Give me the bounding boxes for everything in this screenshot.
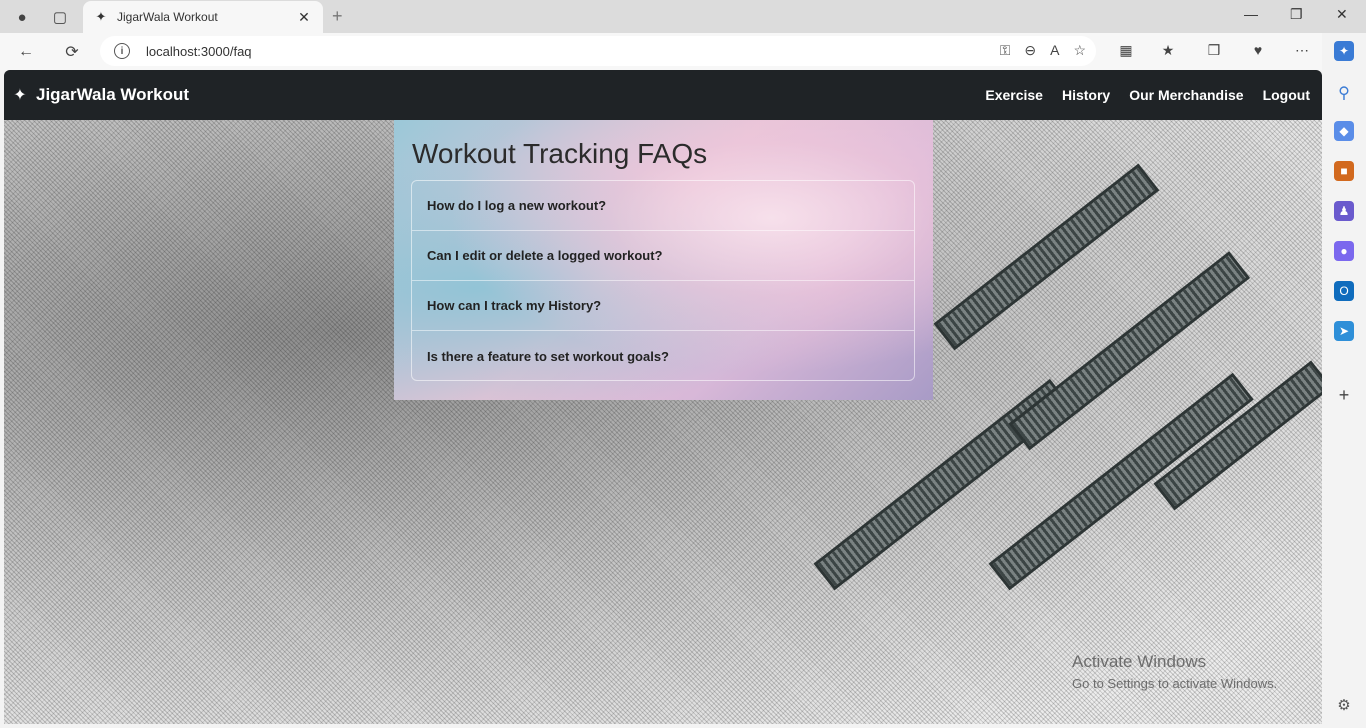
nav-link-merchandise[interactable]: Our Merchandise xyxy=(1129,87,1243,103)
close-tab-icon[interactable]: ✕ xyxy=(295,9,313,26)
tools-icon[interactable]: ■ xyxy=(1334,161,1354,181)
url-text: localhost:3000/faq xyxy=(146,43,252,59)
tab-actions-icon[interactable]: ▢ xyxy=(48,5,72,29)
faq-question-edit-delete[interactable]: Can I edit or delete a logged workout? xyxy=(412,231,914,281)
games-icon[interactable]: ♟ xyxy=(1334,201,1354,221)
close-window-icon[interactable]: ✕ xyxy=(1336,6,1348,23)
faq-accordion: How do I log a new workout? Can I edit o… xyxy=(411,180,915,381)
search-icon[interactable]: ⚲ xyxy=(1334,83,1354,103)
site-info-icon[interactable]: i xyxy=(114,43,130,59)
copilot-icon[interactable]: ✦ xyxy=(1334,41,1354,61)
restore-icon[interactable]: ❐ xyxy=(1290,6,1303,23)
collections-icon[interactable]: ❒ xyxy=(1204,42,1224,59)
refresh-icon[interactable]: ⟳ xyxy=(60,40,84,64)
outlook-icon[interactable]: O xyxy=(1334,281,1354,301)
profile-icon[interactable]: ● xyxy=(10,5,34,29)
brand-name: JigarWala Workout xyxy=(36,85,190,104)
nav-link-logout[interactable]: Logout xyxy=(1263,87,1310,103)
add-icon[interactable]: + xyxy=(1334,385,1354,405)
faq-question-log-workout[interactable]: How do I log a new workout? xyxy=(412,181,914,231)
microsoft-365-icon[interactable]: ● xyxy=(1334,241,1354,261)
faq-card: Workout Tracking FAQs How do I log a new… xyxy=(394,120,933,400)
read-aloud-icon[interactable]: A xyxy=(1050,42,1059,59)
faq-question-workout-goals[interactable]: Is there a feature to set workout goals? xyxy=(412,331,914,381)
nav-link-history[interactable]: History xyxy=(1062,87,1110,103)
page-title: Workout Tracking FAQs xyxy=(412,138,708,169)
browser-toolbar: ← ⟳ i localhost:3000/faq ⚿ ⊖ A ☆ ▦ ★ ❒ ♥… xyxy=(0,33,1366,70)
minimize-icon[interactable]: — xyxy=(1244,6,1258,22)
tab-title: JigarWala Workout xyxy=(117,10,218,24)
key-icon[interactable]: ⚿ xyxy=(1000,42,1011,59)
activate-windows-watermark: Activate Windows Go to Settings to activ… xyxy=(1072,652,1277,691)
browser-essentials-icon[interactable]: ♥ xyxy=(1248,42,1268,58)
watermark-title: Activate Windows xyxy=(1072,652,1207,671)
site-navbar: ✦ JigarWala Workout Exercise History Our… xyxy=(4,70,1322,120)
favorites-icon[interactable]: ★ xyxy=(1158,42,1178,59)
nav-links: Exercise History Our Merchandise Logout xyxy=(985,70,1310,120)
new-tab-icon[interactable]: + xyxy=(332,6,343,27)
edge-sidebar: ✦ ⚲ ◆ ■ ♟ ● O ➤ + ⚙ xyxy=(1322,33,1366,728)
browser-tab[interactable]: ✦ JigarWala Workout ✕ xyxy=(83,1,323,33)
browser-tab-bar: ● ▢ ✦ JigarWala Workout ✕ + — ❐ ✕ xyxy=(0,0,1366,33)
favorite-star-icon[interactable]: ☆ xyxy=(1073,42,1086,59)
dumbbell-icon: ✦ xyxy=(13,87,27,104)
zoom-out-icon[interactable]: ⊖ xyxy=(1024,42,1036,59)
settings-gear-icon[interactable]: ⚙ xyxy=(1334,695,1354,715)
address-bar[interactable]: i localhost:3000/faq ⚿ ⊖ A ☆ xyxy=(100,36,1096,66)
back-icon[interactable]: ← xyxy=(14,40,38,64)
drop-icon[interactable]: ➤ xyxy=(1334,321,1354,341)
page-viewport: ✦ JigarWala Workout Exercise History Our… xyxy=(4,70,1322,724)
nav-link-exercise[interactable]: Exercise xyxy=(985,87,1043,103)
shopping-icon[interactable]: ◆ xyxy=(1334,121,1354,141)
watermark-subtitle: Go to Settings to activate Windows. xyxy=(1072,676,1278,691)
dumbbell-icon: ✦ xyxy=(95,9,107,24)
split-screen-icon[interactable]: ▦ xyxy=(1116,42,1136,59)
more-menu-icon[interactable]: ⋯ xyxy=(1292,42,1312,59)
faq-question-track-history[interactable]: How can I track my History? xyxy=(412,281,914,331)
brand-logo[interactable]: ✦ JigarWala Workout xyxy=(10,85,189,105)
